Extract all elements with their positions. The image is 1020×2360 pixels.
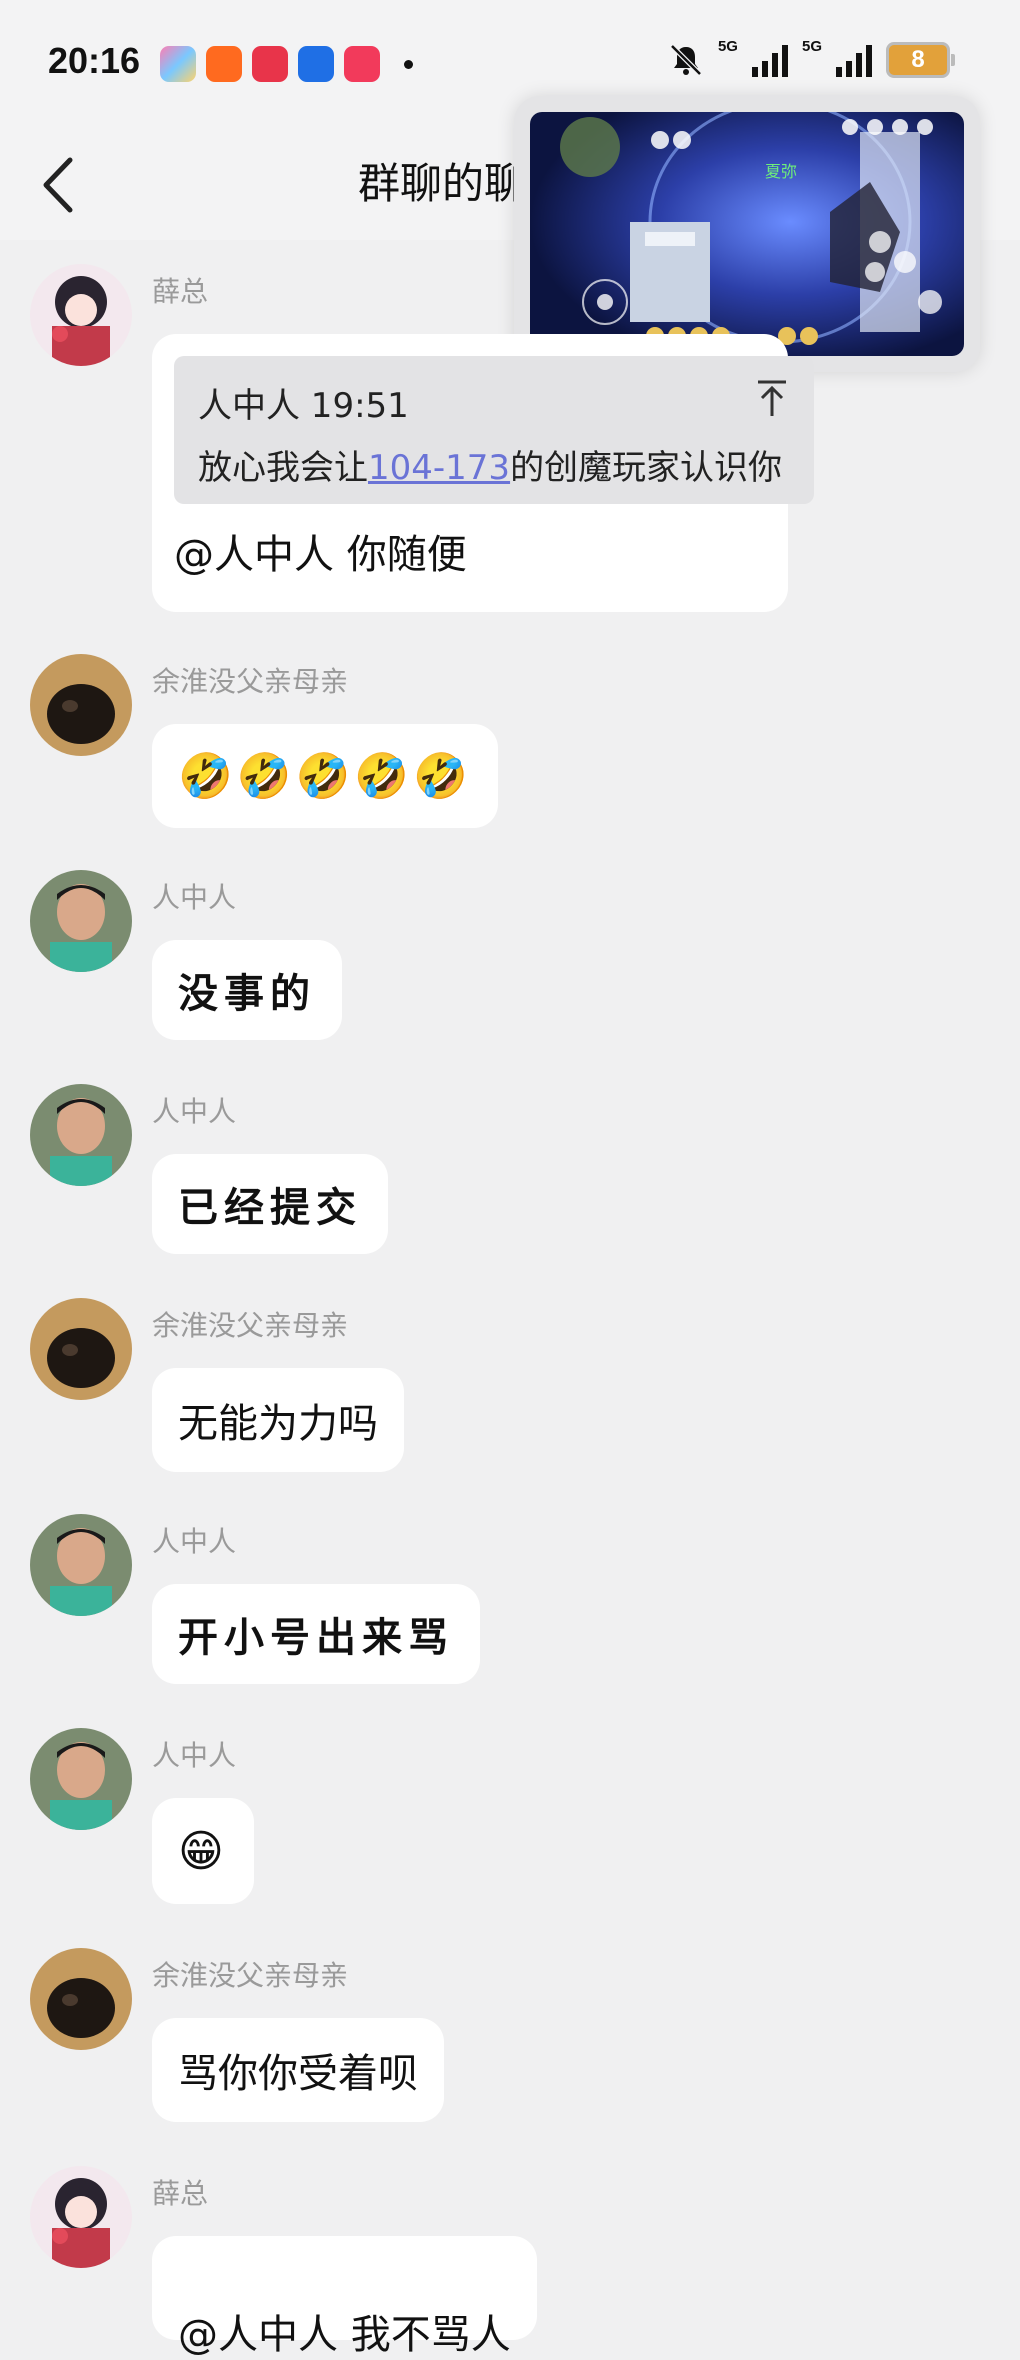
avatar[interactable] <box>30 2166 132 2268</box>
avatar[interactable] <box>30 654 132 756</box>
chat-title: 群聊的聊 <box>358 159 527 208</box>
app-notification-icon <box>298 46 334 82</box>
silent-bell-icon <box>670 44 702 76</box>
message-bubble[interactable]: 开小号出来骂 <box>152 1584 480 1684</box>
message-text: 无能为力吗 <box>178 1401 378 1447</box>
signal-icon <box>751 43 788 77</box>
quoted-message[interactable]: 人中人 19:51 放心我会让104-173的创魔玩家认识你 <box>174 356 814 504</box>
sender-name: 人中人 <box>152 1525 237 1558</box>
battery-level: 8 <box>911 46 925 73</box>
message-text: 已经提交 <box>178 1184 362 1231</box>
avatar[interactable] <box>30 1728 132 1830</box>
message-text: @人中人 你随便 <box>174 532 467 578</box>
message-bubble[interactable]: 无能为力吗 <box>152 1368 404 1472</box>
sender-name: 薛总 <box>152 275 209 308</box>
avatar[interactable] <box>30 1514 132 1616</box>
message-item: 薛总 人中人 19:51 放心我会让104-173的创魔玩家认识你 @人中人 你… <box>0 264 1020 644</box>
message-bubble[interactable]: 没事的 <box>152 940 342 1040</box>
sender-name: 人中人 <box>152 1095 237 1128</box>
signal-icon <box>836 43 872 77</box>
network-type-label: 5G <box>717 37 738 55</box>
message-bubble[interactable]: 🤣🤣🤣🤣🤣 <box>152 724 498 828</box>
clock: 20:16 <box>48 40 141 81</box>
app-notification-icon <box>160 46 196 82</box>
quote-text: 放心我会让104-173的创魔玩家认识你 <box>198 440 782 489</box>
avatar[interactable] <box>30 1084 132 1186</box>
avatar[interactable] <box>30 870 132 972</box>
notification-icons <box>160 46 413 82</box>
sender-name: 人中人 <box>152 881 237 914</box>
quote-author-time: 人中人 19:51 <box>198 386 409 426</box>
message-text: 😁 <box>178 1825 228 1877</box>
message-text: 🤣🤣🤣🤣🤣 <box>178 751 472 802</box>
more-notifications-dot <box>404 59 413 69</box>
message-text: 没事的 <box>178 970 316 1017</box>
quote-text-suffix: 的创魔玩家认识你 <box>510 448 783 488</box>
message-bubble[interactable]: 人中人 19:51 放心我会让104-173的创魔玩家认识你 @人中人 你随便 <box>152 334 814 612</box>
sender-name: 余淮没父亲母亲 <box>152 1309 349 1342</box>
sender-name: 余淮没父亲母亲 <box>152 1959 349 1992</box>
message-text: 骂你你受着呗 <box>178 2051 418 2097</box>
avatar[interactable] <box>30 1948 132 2050</box>
battery-indicator: 8 <box>886 42 955 78</box>
sender-name: 余淮没父亲母亲 <box>152 665 349 698</box>
sender-name: 人中人 <box>152 1739 237 1772</box>
music-app-icon <box>344 46 380 82</box>
game-player-label: 夏弥 <box>765 162 797 181</box>
app-notification-icon <box>252 46 288 82</box>
back-arrow-icon[interactable] <box>34 150 94 220</box>
sender-name: 薛总 <box>152 2177 209 2210</box>
avatar[interactable] <box>30 1298 132 1400</box>
message-bubble[interactable]: 😁 <box>152 1798 254 1904</box>
message-bubble[interactable]: 已经提交 <box>152 1154 388 1254</box>
system-indicators: 5G 5G 8 <box>668 38 955 78</box>
message-text: 开小号出来骂 <box>178 1614 454 1661</box>
jump-to-quote-icon[interactable] <box>754 378 790 418</box>
quote-text-prefix: 放心我会让 <box>198 448 368 488</box>
message-text: @人中人 我不骂人 <box>178 2312 511 2358</box>
network-type-label: 5G <box>801 37 822 55</box>
quote-link[interactable]: 104-173 <box>368 448 510 488</box>
message-bubble[interactable]: @人中人 我不骂人 <box>152 2236 537 2358</box>
avatar[interactable] <box>30 264 132 366</box>
app-notification-icon <box>206 46 242 82</box>
message-bubble[interactable]: 骂你你受着呗 <box>152 2018 444 2122</box>
